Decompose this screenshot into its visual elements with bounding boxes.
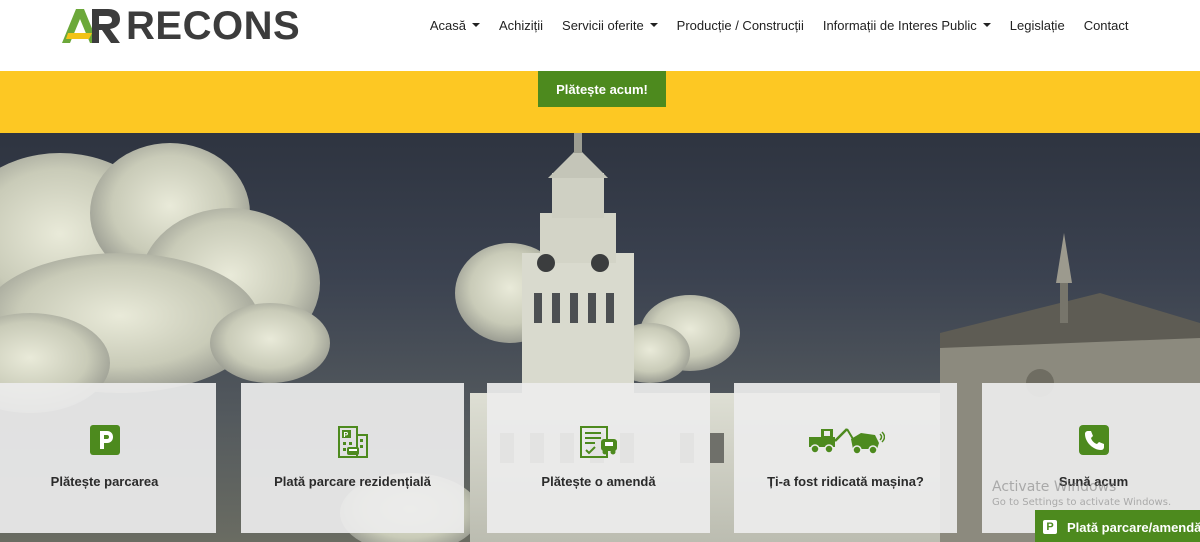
logo-mark-icon: [62, 9, 120, 43]
nav-item-contact[interactable]: Contact: [1074, 18, 1138, 33]
nav-item-informatii[interactable]: Informații de Interes Public: [813, 18, 1000, 33]
nav-label: Informații de Interes Public: [822, 17, 977, 33]
phone-icon: [1078, 425, 1109, 460]
payment-banner: Plătește acum!: [0, 71, 1200, 133]
card-label: Ți-a fost ridicată mașina?: [767, 474, 924, 489]
nav-item-legislatie[interactable]: Legislație: [1000, 18, 1074, 33]
card-pay-parking[interactable]: Plătește parcarea: [0, 383, 216, 533]
nav-label: Legislație: [1009, 17, 1065, 33]
pay-now-button[interactable]: Plătește acum!: [538, 71, 666, 107]
card-label: Plătește parcarea: [50, 474, 159, 489]
chevron-down-icon: [649, 23, 658, 27]
card-label: Plătește o amendă: [541, 474, 656, 489]
nav-label: Servicii oferite: [562, 17, 644, 33]
nav-label: Contact: [1083, 17, 1129, 33]
card-residential-parking[interactable]: P Plată parcare rezidențială: [241, 383, 464, 533]
nav-label: Producție / Construcții: [676, 17, 804, 33]
logo-text: RECONS: [126, 4, 301, 48]
chevron-down-icon: [982, 23, 991, 27]
watermark-subtitle: Go to Settings to activate Windows.: [992, 497, 1172, 508]
card-label: Plată parcare rezidențială: [274, 474, 431, 489]
card-pay-fine[interactable]: Plătește o amendă: [487, 383, 710, 533]
site-logo[interactable]: RECONS: [62, 6, 300, 46]
tow-truck-icon: [807, 425, 885, 460]
float-button-label: Plată parcare/amendă: [1067, 519, 1200, 535]
nav-item-servicii[interactable]: Servicii oferite: [553, 18, 668, 33]
chevron-down-icon: [471, 23, 480, 27]
windows-activation-watermark: Activate Windows Go to Settings to activ…: [992, 479, 1171, 508]
watermark-title: Activate Windows: [992, 479, 1117, 495]
svg-text:P: P: [343, 432, 348, 439]
card-towed-car[interactable]: Ți-a fost ridicată mașina?: [734, 383, 957, 533]
nav-label: Acasă: [429, 17, 466, 33]
site-header: RECONS Acasă Achiziții Servicii oferite …: [0, 0, 1200, 71]
parking-icon: [89, 425, 120, 460]
nav-item-productie[interactable]: Producție / Construcții: [667, 18, 813, 33]
residential-parking-icon: P: [337, 425, 369, 464]
nav-label: Achiziții: [498, 17, 544, 33]
parking-icon: P: [1043, 520, 1057, 534]
nav-item-achizitii[interactable]: Achiziții: [489, 18, 552, 33]
parking-fine-float-button[interactable]: P Plată parcare/amendă: [1035, 510, 1200, 542]
main-nav: Acasă Achiziții Servicii oferite Producț…: [420, 16, 1138, 34]
nav-item-acasa[interactable]: Acasă: [420, 18, 489, 33]
fine-document-icon: [579, 425, 619, 464]
